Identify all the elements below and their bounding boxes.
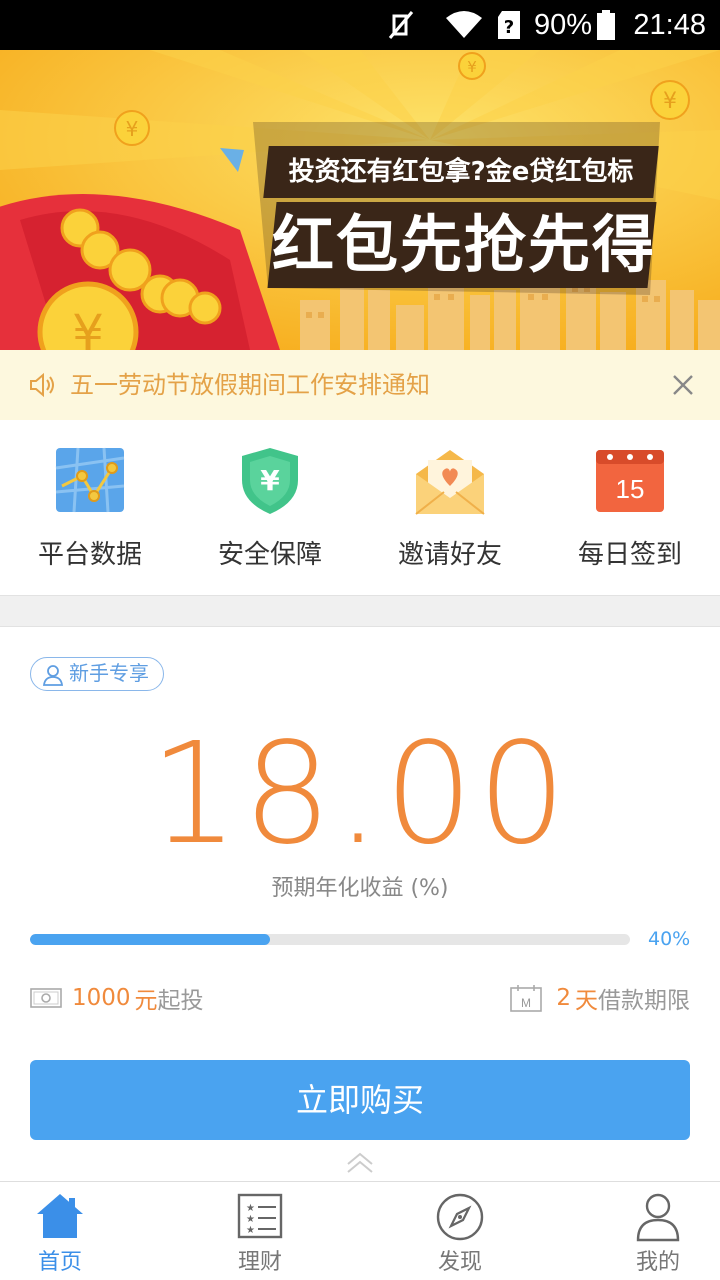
status-bar: ? 90% 21:48 xyxy=(0,0,720,50)
heart-envelope-icon xyxy=(414,446,486,520)
svg-text:★: ★ xyxy=(246,1214,255,1225)
quick-item-label: 邀请好友 xyxy=(397,540,502,570)
mute-icon xyxy=(384,0,418,50)
quick-item-label: 每日签到 xyxy=(577,540,682,570)
quick-menu: 平台数据 ¥ 安全保障 邀请好友 15 每日签到 xyxy=(0,420,720,595)
term-suffix: 借款期限 xyxy=(598,988,690,1014)
tab-home[interactable]: 首页 xyxy=(0,1182,150,1280)
tab-label: 理财 xyxy=(237,1250,282,1275)
newbie-tag-label: 新手专享 xyxy=(69,661,149,685)
annual-rate: 18.00 xyxy=(149,713,571,876)
quick-item-security[interactable]: ¥ 安全保障 xyxy=(180,420,360,595)
person-icon xyxy=(635,1192,681,1246)
battery-percent: 90% xyxy=(533,8,592,41)
promo-banner[interactable]: ¥ ¥ ¥ ¥ 投资还有红包拿?金e贷红包标 红包先抢先得 xyxy=(0,50,720,350)
notice-bar[interactable]: 五一劳动节放假期间工作安排通知 xyxy=(0,350,720,420)
cash-icon xyxy=(30,988,62,1008)
banner-headline: 红包先抢先得 xyxy=(267,202,657,288)
calendar-day: 15 xyxy=(616,474,645,504)
annual-rate-label: 预期年化收益 (%) xyxy=(271,876,449,901)
banner-title: 投资还有红包拿?金e贷红包标 xyxy=(263,146,659,198)
quick-item-invite[interactable]: 邀请好友 xyxy=(360,420,540,595)
calendar-m-icon: M xyxy=(510,985,543,1012)
user-icon xyxy=(43,665,63,686)
shield-yen-icon: ¥ xyxy=(239,446,301,520)
tab-label: 我的 xyxy=(635,1250,680,1275)
list-icon: ★ ★ ★ xyxy=(236,1192,284,1244)
battery-icon xyxy=(596,0,616,50)
svg-text:¥: ¥ xyxy=(72,304,104,350)
notice-text[interactable]: 五一劳动节放假期间工作安排通知 xyxy=(70,350,430,420)
progress-percent: 40% xyxy=(648,928,691,950)
loan-term: M 2 天 借款期限 xyxy=(510,980,690,1016)
tab-finance[interactable]: ★ ★ ★ 理财 xyxy=(170,1182,350,1280)
quick-item-platform-data[interactable]: 平台数据 xyxy=(0,420,180,595)
quick-item-label: 平台数据 xyxy=(37,540,142,570)
calendar-letter: M xyxy=(521,996,531,1010)
term-unit: 天 xyxy=(575,988,598,1014)
svg-text:★: ★ xyxy=(246,1203,255,1214)
svg-text:¥: ¥ xyxy=(663,89,677,114)
speaker-icon xyxy=(28,372,56,402)
close-icon[interactable] xyxy=(668,370,698,400)
svg-text:★: ★ xyxy=(246,1225,255,1236)
banner-artwork: ¥ ¥ ¥ ¥ xyxy=(0,50,720,350)
svg-text:¥: ¥ xyxy=(260,464,280,497)
progress-bar xyxy=(30,934,630,945)
compass-icon xyxy=(435,1192,485,1246)
wifi-icon xyxy=(444,0,484,50)
svg-text:¥: ¥ xyxy=(467,58,477,76)
calendar-icon: 15 xyxy=(594,446,666,518)
buy-now-button[interactable]: 立即购买 xyxy=(30,1060,690,1140)
tab-label: 发现 xyxy=(437,1250,482,1275)
quick-item-checkin[interactable]: 15 每日签到 xyxy=(540,420,720,595)
sim-icon: ? xyxy=(496,0,522,50)
home-icon xyxy=(35,1192,85,1244)
min-unit: 元 xyxy=(134,988,158,1014)
chevron-up-icon[interactable] xyxy=(344,1150,376,1178)
min-amount: 1000 xyxy=(72,985,131,1011)
newbie-tag: 新手专享 xyxy=(30,657,164,691)
min-investment: 1000 元 起投 xyxy=(30,980,204,1016)
tab-label: 首页 xyxy=(37,1250,82,1275)
tab-mine[interactable]: 我的 xyxy=(568,1182,720,1280)
progress-fill xyxy=(30,934,270,945)
svg-text:?: ? xyxy=(504,17,514,38)
tab-discover[interactable]: 发现 xyxy=(370,1182,550,1280)
clock: 21:48 xyxy=(633,8,706,41)
term-amount: 2 xyxy=(556,985,571,1011)
bottom-tab-bar: 首页 ★ ★ ★ 理财 发现 我的 xyxy=(0,1181,720,1280)
section-divider xyxy=(0,595,720,627)
svg-text:¥: ¥ xyxy=(126,117,139,141)
quick-item-label: 安全保障 xyxy=(217,540,322,570)
chart-map-icon xyxy=(54,446,126,518)
min-suffix: 起投 xyxy=(157,988,204,1014)
